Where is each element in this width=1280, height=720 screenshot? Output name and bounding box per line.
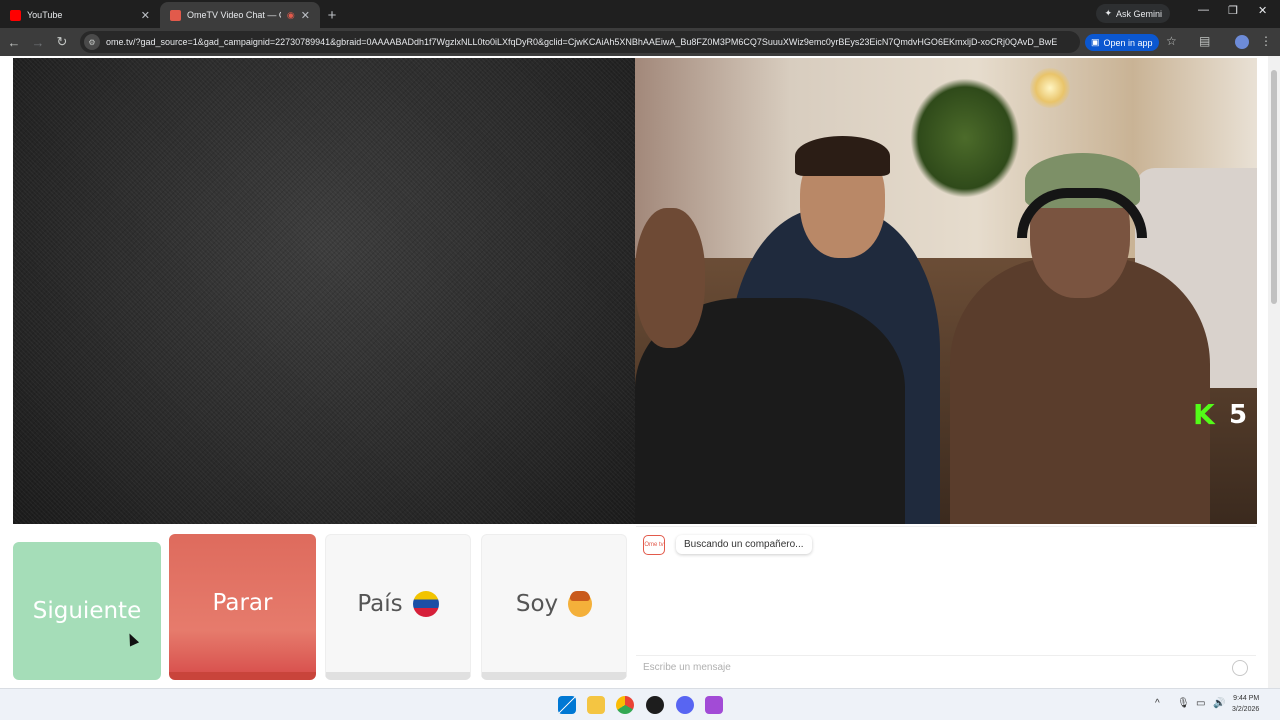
site-info-icon[interactable]: ⚙ xyxy=(84,34,100,50)
browser-tab-strip: YouTube ✕ OmeTV Video Chat — Ome ◉ ✕ + ✦… xyxy=(0,0,1280,28)
video-plant xyxy=(910,78,1020,198)
next-button-label: Siguiente xyxy=(32,598,142,624)
new-tab-button[interactable]: + xyxy=(320,2,344,28)
open-in-app-button[interactable]: ▣ Open in app xyxy=(1085,34,1159,51)
reload-icon[interactable]: ↻ xyxy=(50,34,74,50)
status-message: Buscando un compañero... xyxy=(676,535,812,554)
clock-date: 3/2/2026 xyxy=(1232,706,1260,713)
emoji-picker-icon[interactable] xyxy=(1232,660,1248,676)
bookmark-star-icon[interactable]: ☆ xyxy=(1166,34,1177,48)
video-lamp xyxy=(1030,68,1070,108)
clock-time: 9:44 PM xyxy=(1233,695,1260,702)
gender-button[interactable]: Soy xyxy=(481,534,627,680)
menu-kebab-icon[interactable]: ⋮ xyxy=(1260,34,1272,48)
close-tab-icon[interactable]: ✕ xyxy=(301,9,310,22)
video-person-left-head xyxy=(635,208,705,348)
close-window-icon[interactable]: ✕ xyxy=(1258,4,1267,17)
country-button[interactable]: País xyxy=(325,534,471,680)
boy-emoji-icon xyxy=(568,590,593,617)
windows-start-icon[interactable] xyxy=(558,696,576,714)
tab-title: OmeTV Video Chat — Ome xyxy=(187,10,281,20)
obs-icon[interactable] xyxy=(646,696,664,714)
next-button[interactable]: Siguiente xyxy=(13,542,161,680)
tab-title: YouTube xyxy=(27,10,63,20)
ometv-favicon-icon xyxy=(170,9,181,21)
microphone-icon[interactable]: 🎙 xyxy=(1177,698,1190,709)
chrome-icon[interactable] xyxy=(616,696,634,714)
url-text: ome.tv/?gad_source=1&gad_campaignid=2273… xyxy=(106,37,1058,47)
back-icon[interactable]: ← xyxy=(2,35,26,50)
ometv-logo-icon: Ome tv xyxy=(643,535,665,555)
close-tab-icon[interactable]: ✕ xyxy=(141,9,150,22)
network-icon[interactable]: ▭ xyxy=(1196,698,1205,709)
windows-taskbar: ^ 🎙 ▭ 🔊 9:44 PM 3/2/2026 xyxy=(0,688,1280,720)
side-panel-icon[interactable]: ▤ xyxy=(1199,34,1210,48)
tab-youtube[interactable]: YouTube ✕ xyxy=(0,2,160,28)
stop-button-label: Parar xyxy=(212,590,273,616)
message-input[interactable]: Escribe un mensaje xyxy=(636,655,1256,679)
minimize-icon[interactable]: — xyxy=(1198,4,1209,16)
partner-video: K 5 xyxy=(635,58,1257,524)
page-scrollbar[interactable] xyxy=(1268,56,1280,688)
ask-gemini-button[interactable]: ✦ Ask Gemini xyxy=(1096,4,1170,23)
restore-icon[interactable]: ❐ xyxy=(1228,4,1238,17)
country-button-label: País xyxy=(357,590,403,617)
recording-indicator-icon: ◉ xyxy=(286,9,295,20)
tray-overflow-icon[interactable]: ^ xyxy=(1155,698,1160,709)
kick-logo-icon: K xyxy=(1193,398,1215,431)
discord-icon[interactable] xyxy=(676,696,694,714)
app-icon: ▣ xyxy=(1091,37,1100,47)
local-video-static xyxy=(13,58,635,524)
scrollbar-thumb[interactable] xyxy=(1271,70,1277,304)
instagram-icon[interactable] xyxy=(705,696,723,714)
open-in-app-label: Open in app xyxy=(1103,37,1153,48)
forward-icon[interactable]: → xyxy=(26,35,50,50)
video-noise xyxy=(13,58,635,524)
profile-avatar[interactable] xyxy=(1235,35,1249,49)
ometv-page: K 5 Siguiente Parar País Soy Ome tv Busc… xyxy=(0,56,1280,688)
viewer-count: 5 xyxy=(1229,400,1248,430)
gemini-sparkle-icon: ✦ xyxy=(1104,8,1112,18)
stop-button[interactable]: Parar xyxy=(169,534,316,680)
gender-button-label: Soy xyxy=(515,590,559,617)
tab-ometv[interactable]: OmeTV Video Chat — Ome ◉ ✕ xyxy=(160,2,320,28)
youtube-favicon-icon xyxy=(10,9,21,21)
video-person-middle-hair xyxy=(795,136,890,176)
taskbar-clock[interactable]: 9:44 PM 3/2/2026 xyxy=(1232,693,1259,715)
ask-gemini-label: Ask Gemini xyxy=(1115,8,1162,19)
file-explorer-icon[interactable] xyxy=(587,696,605,714)
message-placeholder: Escribe un mensaje xyxy=(643,662,731,673)
venezuela-flag-icon xyxy=(412,590,439,617)
url-input[interactable]: ⚙ ome.tv/?gad_source=1&gad_campaignid=22… xyxy=(80,31,1080,53)
volume-icon[interactable]: 🔊 xyxy=(1213,698,1225,709)
chat-panel: Ome tv Buscando un compañero... Escribe … xyxy=(636,526,1256,678)
